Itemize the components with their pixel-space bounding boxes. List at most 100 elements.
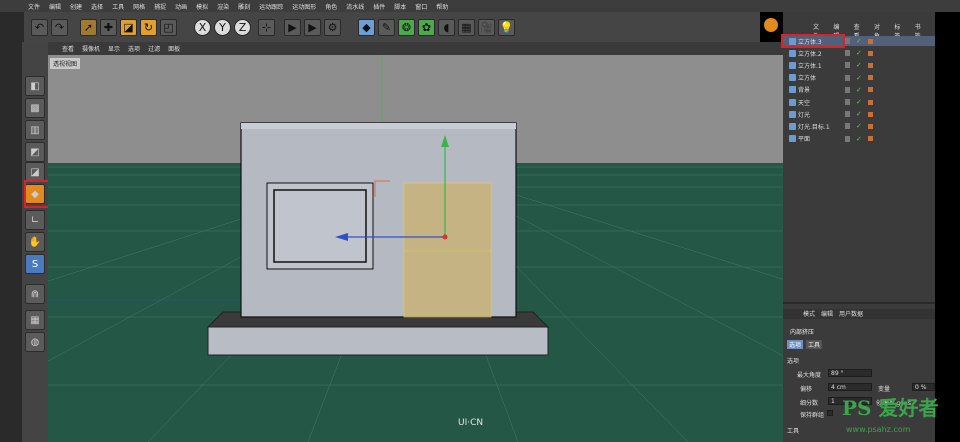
object-tab[interactable]: 标签 [894,22,905,40]
object-row[interactable]: 立方体.1 ✓ [783,60,935,70]
enabled-check-icon[interactable]: ✓ [856,86,862,94]
x-axis-button[interactable]: X [194,19,211,36]
tag-icon[interactable] [868,75,873,81]
make-editable-icon[interactable]: ◧ [25,76,45,96]
attr-tab[interactable]: 用户数据 [839,309,863,319]
tweak-mode-icon[interactable]: ✋ [25,232,45,252]
enabled-check-icon[interactable]: ✓ [856,37,862,45]
max-angle-input[interactable]: 89 ° [828,369,872,377]
menu-item[interactable]: 渲染 [217,2,229,11]
menu-item[interactable]: 脚本 [394,2,406,11]
viewport-menu-item[interactable]: 查看 [62,44,74,53]
viewport-menu-item[interactable]: 面板 [168,44,180,53]
viewport-menu-item[interactable]: 过滤 [148,44,160,53]
workplane-icon[interactable]: ▥ [25,120,45,140]
variance-input[interactable]: 0 % [912,383,935,391]
rotate-tool-button[interactable]: ↻ [140,19,157,36]
floor-button[interactable]: ▦ [458,19,475,36]
viewport-menu-item[interactable]: 摄像机 [82,44,100,53]
attr-tab[interactable]: 编辑 [821,309,833,319]
tag-icon[interactable] [868,99,873,105]
menu-item[interactable]: 角色 [325,2,337,11]
tab-tool[interactable]: 工具 [806,340,823,349]
layer-flag-icon[interactable] [845,135,850,142]
layer-flag-icon[interactable] [845,74,850,81]
keep-groups-checkbox[interactable] [827,410,833,416]
tag-icon[interactable] [868,136,873,142]
render-view-button[interactable]: ▶ [284,19,301,36]
menu-item[interactable]: 网格 [133,2,145,11]
subdivision-button[interactable]: ❂ [398,19,415,36]
magnet-icon[interactable]: ⋒ [25,284,45,304]
paint-icon[interactable]: ◍ [25,332,45,352]
layer-flag-icon[interactable] [845,123,850,130]
pen-spline-button[interactable]: ✎ [378,19,395,36]
menu-item[interactable]: 流水线 [346,2,364,11]
snap-icon[interactable]: S [25,254,45,274]
camera-button[interactable]: 🎥 [478,19,495,36]
layer-flag-icon[interactable] [845,86,850,93]
layer-flag-icon[interactable] [845,99,850,105]
axis-mode-icon[interactable]: ∟ [25,210,45,230]
layer-flag-icon[interactable] [845,50,850,57]
offset-input[interactable]: 4 cm [828,383,872,391]
enabled-check-icon[interactable]: ✓ [856,49,862,57]
menu-item[interactable]: 运动跟踪 [259,2,283,11]
undo-button[interactable]: ↶ [31,19,48,36]
menu-item[interactable]: 捕捉 [154,2,166,11]
menu-item[interactable]: 运动图形 [292,2,316,11]
menu-item[interactable]: 创建 [70,2,82,11]
menu-item[interactable]: 插件 [373,2,385,11]
object-tab[interactable]: 文件 [813,22,824,40]
object-row[interactable]: 立方体 ✓ [783,73,935,83]
menu-item[interactable]: 动画 [175,2,187,11]
object-row[interactable]: 灯光 ✓ [783,109,935,119]
object-row[interactable]: 立方体.2 ✓ [783,48,935,58]
redo-button[interactable]: ↷ [51,19,68,36]
coordinate-system-button[interactable]: ⊹ [258,19,275,36]
menu-item[interactable]: 编辑 [49,2,61,11]
texture-mode-icon[interactable]: ▩ [25,98,45,118]
enabled-check-icon[interactable]: ✓ [856,122,862,130]
object-tab[interactable]: 编辑 [833,22,844,40]
menu-item[interactable]: 雕刻 [238,2,250,11]
enabled-check-icon[interactable]: ✓ [856,110,862,118]
array-button[interactable]: ✿ [418,19,435,36]
enabled-check-icon[interactable]: ✓ [856,61,862,69]
tag-icon[interactable] [868,50,873,56]
object-tab[interactable]: 书签 [915,22,926,40]
layer-flag-icon[interactable] [845,111,850,118]
scale-tool-button[interactable]: ◪ [120,19,137,36]
object-row[interactable]: 背景 ✓ [783,85,935,95]
viewport-menu-item[interactable]: 显示 [108,44,120,53]
viewport-menu-item[interactable]: 选项 [128,44,140,53]
object-tab[interactable]: 对象 [874,22,885,40]
select-tool-button[interactable]: ➚ [80,19,97,36]
render-settings-button[interactable]: ⚙ [324,19,341,36]
cube-object-button[interactable]: ◆ [358,19,375,36]
tag-icon[interactable] [868,111,873,117]
edges-mode-icon[interactable]: ◪ [25,162,45,182]
enabled-check-icon[interactable]: ✓ [856,74,862,82]
menu-item[interactable]: 窗口 [415,2,427,11]
move-tool-button[interactable]: ✚ [100,19,117,36]
attr-tab[interactable]: 模式 [803,309,815,319]
object-row[interactable]: 平面 ✓ [783,134,935,144]
tag-icon[interactable] [868,123,873,129]
enabled-check-icon[interactable]: ✓ [856,135,862,143]
layer-flag-icon[interactable] [845,62,850,69]
z-axis-button[interactable]: Z [234,19,251,36]
light-button[interactable]: 💡 [498,19,515,36]
points-mode-icon[interactable]: ◩ [25,142,45,162]
menu-item[interactable]: 文件 [28,2,40,11]
model-mode-button[interactable]: ◰ [160,19,177,36]
lock-workplane-icon[interactable]: ▦ [25,310,45,330]
tag-icon[interactable] [868,38,873,44]
tag-icon[interactable] [868,62,873,68]
enabled-check-icon[interactable]: ✓ [856,98,862,106]
tag-icon[interactable] [868,87,873,93]
menu-item[interactable]: 选择 [91,2,103,11]
render-picture-button[interactable]: ▶ [304,19,321,36]
layer-flag-icon[interactable] [845,38,850,44]
menu-item[interactable]: 工具 [112,2,124,11]
